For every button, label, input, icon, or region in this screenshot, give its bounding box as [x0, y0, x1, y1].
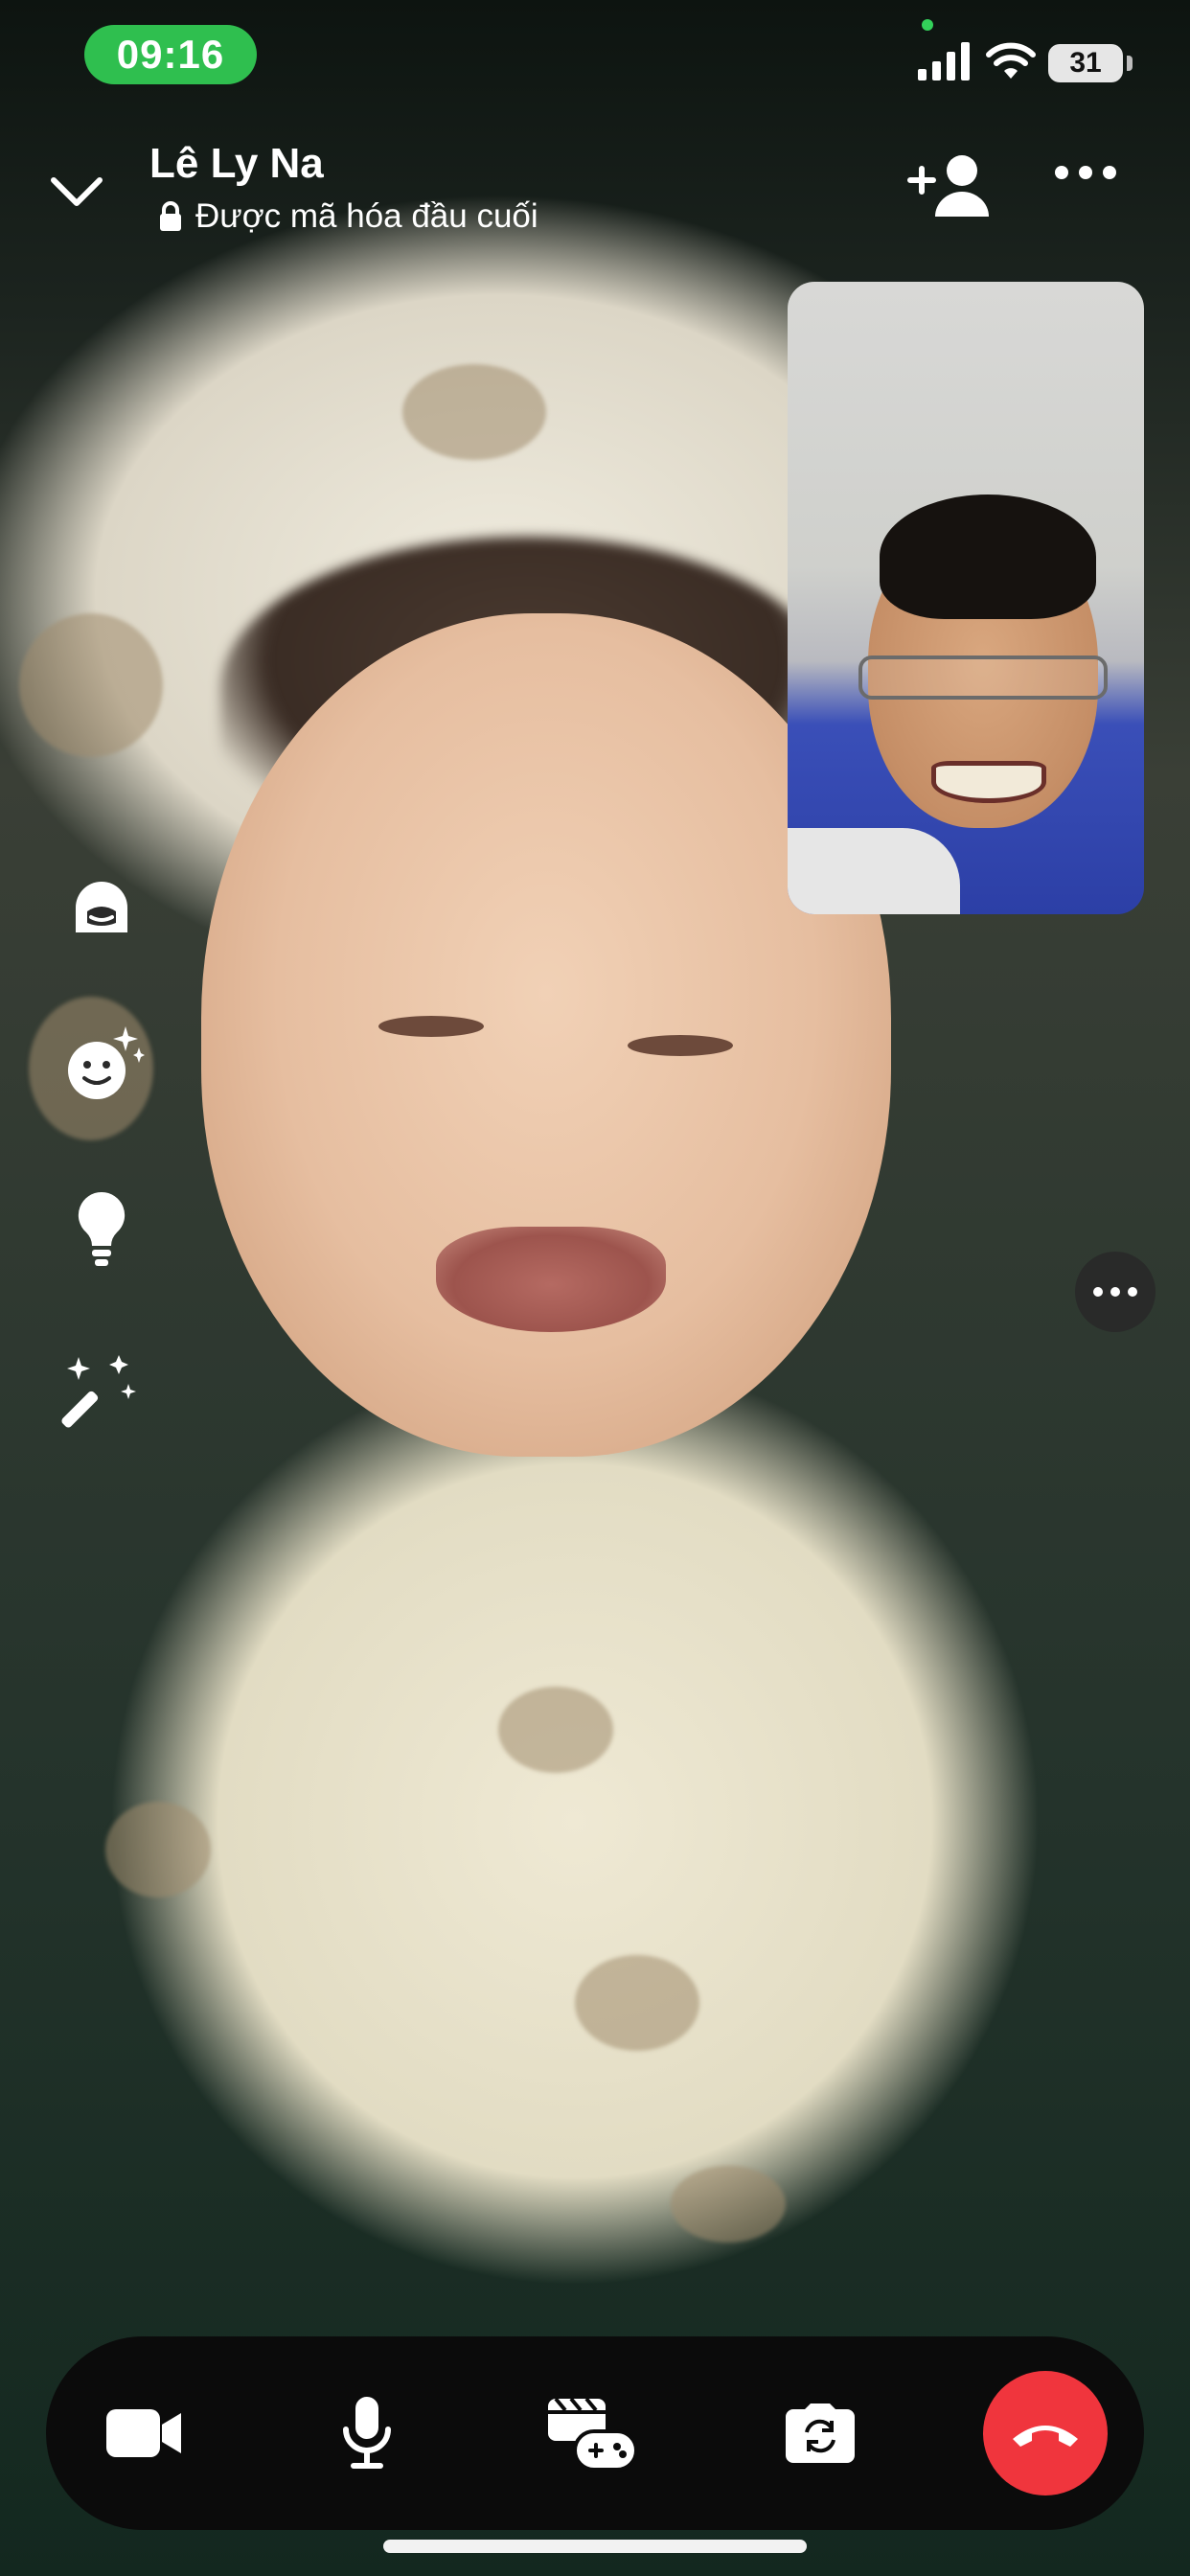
avatar-button[interactable]	[54, 859, 149, 954]
avatar-effect-icon	[76, 882, 127, 932]
video-camera-icon	[106, 2409, 181, 2457]
microphone-icon	[343, 2397, 391, 2469]
games-button[interactable]	[535, 2376, 650, 2491]
more-options-button[interactable]	[1052, 163, 1129, 220]
more-horizontal-icon	[1055, 166, 1116, 179]
magic-wand-icon	[61, 1355, 136, 1428]
encryption-status: Được mã hóa đầu cuối	[159, 197, 538, 236]
video-call-screen: 09:16 31 Lê Ly Na Được mã hóa đầu cuối	[0, 0, 1190, 2576]
caller-name: Lê Ly Na	[149, 140, 324, 187]
wifi-icon	[985, 42, 1037, 80]
add-person-button[interactable]	[906, 151, 993, 228]
more-horizontal-icon	[1093, 1287, 1137, 1297]
games-icon	[548, 2397, 638, 2472]
chevron-down-icon	[51, 177, 103, 206]
battery-tip	[1127, 56, 1133, 71]
lock-icon	[160, 201, 181, 231]
call-controls-bar	[46, 2336, 1144, 2530]
add-person-icon	[907, 155, 989, 217]
call-header: Lê Ly Na Được mã hóa đầu cuối	[0, 134, 1190, 259]
video-overflow-button[interactable]	[1075, 1252, 1156, 1332]
status-time: 09:16	[84, 25, 257, 84]
lightbulb-icon	[78, 1191, 126, 1266]
end-call-icon	[1013, 2426, 1078, 2447]
home-indicator[interactable]	[383, 2540, 807, 2553]
battery-icon: 31	[1048, 44, 1123, 82]
flip-camera-button[interactable]	[763, 2376, 878, 2491]
toggle-camera-button[interactable]	[86, 2376, 201, 2491]
toggle-microphone-button[interactable]	[309, 2376, 424, 2491]
minimize-call-button[interactable]	[38, 153, 115, 230]
camera-in-use-indicator	[922, 19, 933, 31]
effects-button[interactable]	[54, 1018, 149, 1114]
encryption-label: Được mã hóa đầu cuối	[195, 197, 538, 235]
end-call-button[interactable]	[983, 2371, 1108, 2496]
lighting-button[interactable]	[54, 1181, 149, 1276]
status-bar: 09:16 31	[0, 0, 1190, 115]
signal-icon	[918, 42, 972, 80]
filters-button[interactable]	[54, 1342, 149, 1438]
self-video-preview[interactable]	[788, 282, 1144, 914]
flip-camera-icon	[786, 2404, 855, 2463]
face-sparkle-icon	[68, 1026, 145, 1099]
